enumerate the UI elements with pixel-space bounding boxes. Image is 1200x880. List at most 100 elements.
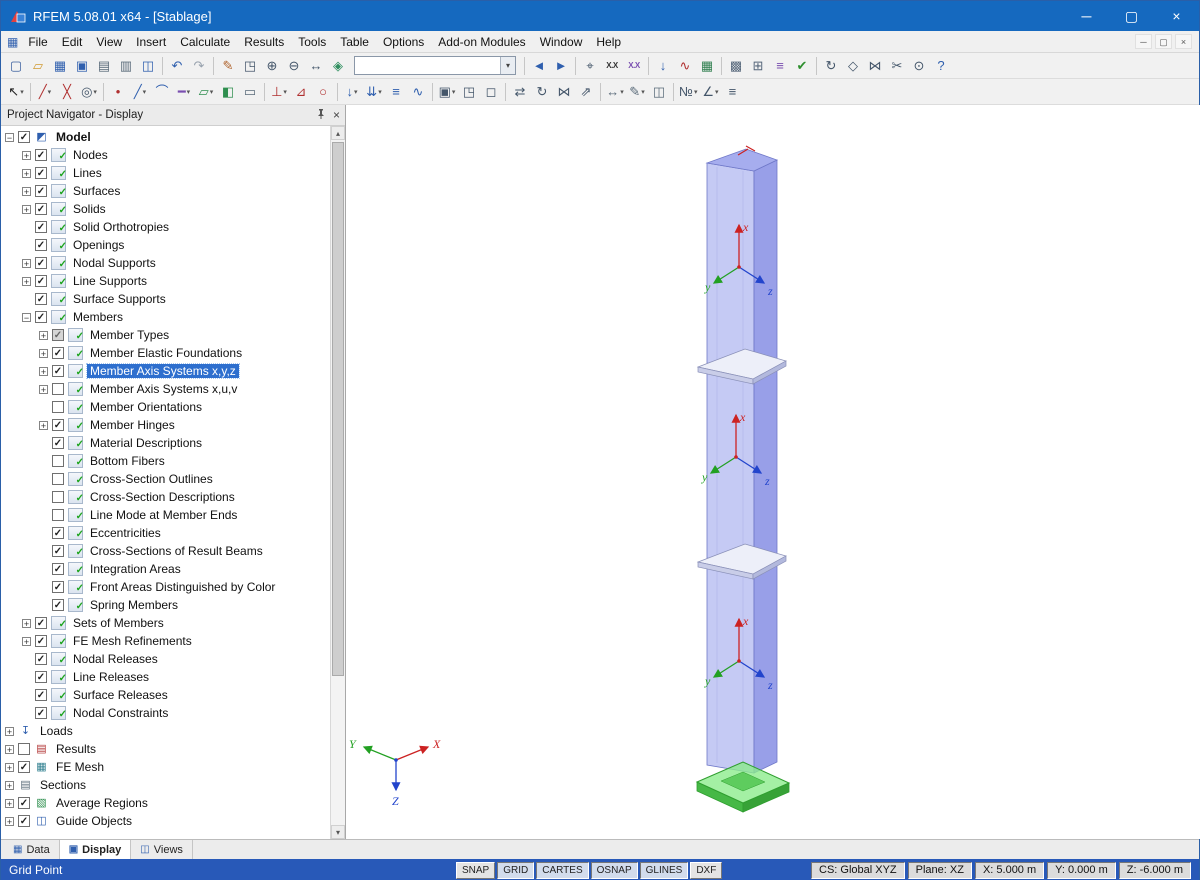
menu-window[interactable]: Window	[533, 31, 590, 53]
tree-item-eccentricities[interactable]: ✓ ✓ Eccentricities	[1, 524, 330, 542]
tree-item-label[interactable]: Sets of Members	[70, 616, 167, 630]
visibility-checkbox[interactable]: ✓	[35, 293, 47, 305]
member-numbering-button[interactable]: X.X	[623, 55, 645, 77]
visibility-checkbox[interactable]: ✓	[35, 167, 47, 179]
visibility-checkbox[interactable]: ✓	[35, 671, 47, 683]
tree-item-member-hinges[interactable]: + ✓ ✓ Member Hinges	[1, 416, 330, 434]
tree-item-label[interactable]: Model	[53, 130, 94, 144]
tree-item-member-elastic-foundations[interactable]: + ✓ ✓ Member Elastic Foundations	[1, 344, 330, 362]
tree-item-material-descriptions[interactable]: ✓ ✓ Material Descriptions	[1, 434, 330, 452]
expand-toggle-icon[interactable]: +	[39, 330, 48, 340]
scrollbar-thumb[interactable]	[332, 142, 344, 677]
tree-item-label[interactable]: Nodal Releases	[70, 652, 161, 666]
tree-item-label[interactable]: Line Supports	[70, 274, 150, 288]
expand-toggle-icon[interactable]: +	[5, 798, 14, 808]
renumber-button[interactable]: № ▾	[677, 81, 699, 103]
menu-options[interactable]: Options	[376, 31, 431, 53]
tree-item-loads[interactable]: + ↧ Loads	[1, 722, 330, 740]
member-hinge-button[interactable]: ○	[312, 81, 334, 103]
tree-item-label[interactable]: Guide Objects	[53, 814, 135, 828]
visibility-checkbox[interactable]: ✓	[52, 581, 64, 593]
visibility-checkbox[interactable]: ✓	[18, 797, 30, 809]
close-button[interactable]: ×	[1154, 1, 1199, 31]
scroll-up-icon[interactable]: ▴	[331, 126, 345, 140]
tree-item-line-supports[interactable]: + ✓ ✓ Line Supports	[1, 272, 330, 290]
expand-toggle-icon[interactable]: +	[5, 744, 14, 754]
tree-item-results[interactable]: + ✓ ▤ Results	[1, 740, 330, 758]
tree-item-member-axis-systems-x-y-z[interactable]: + ✓ ✓ Member Axis Systems x,y,z	[1, 362, 330, 380]
fe-mesh-button[interactable]: ▩	[725, 55, 747, 77]
tree-item-nodal-constraints[interactable]: ✓ ✓ Nodal Constraints	[1, 704, 330, 722]
calculate-button[interactable]: ≡	[769, 55, 791, 77]
tree-item-label[interactable]: Member Orientations	[87, 400, 205, 414]
tree-item-cross-sections-of-result-beams[interactable]: ✓ ✓ Cross-Sections of Result Beams	[1, 542, 330, 560]
tree-item-nodal-releases[interactable]: ✓ ✓ Nodal Releases	[1, 650, 330, 668]
tab-data[interactable]: ▦ Data	[4, 840, 60, 859]
visibility-checkbox[interactable]: ✓	[52, 599, 64, 611]
rotate-view-button[interactable]: ↻	[820, 55, 842, 77]
visibility-checkbox[interactable]: ✓	[35, 185, 47, 197]
visibility-checkbox[interactable]: ✓	[52, 419, 64, 431]
tree-item-nodes[interactable]: + ✓ ✓ Nodes	[1, 146, 330, 164]
new-node-button[interactable]: •	[107, 81, 129, 103]
previous-view-button[interactable]: ◄	[528, 55, 550, 77]
nodal-load-button[interactable]: ↓ ▾	[341, 81, 363, 103]
expand-toggle-icon[interactable]: +	[22, 186, 31, 196]
open-file-button[interactable]: ▱	[27, 55, 49, 77]
tree-item-label[interactable]: Surface Supports	[70, 292, 169, 306]
zoom-out-button[interactable]: ⊖	[283, 55, 305, 77]
dimension-button[interactable]: ↔ ▾	[604, 81, 626, 103]
tree-item-label[interactable]: Integration Areas	[87, 562, 184, 576]
undo-button[interactable]: ↶	[166, 55, 188, 77]
tree-item-surfaces[interactable]: + ✓ ✓ Surfaces	[1, 182, 330, 200]
tree-item-average-regions[interactable]: + ✓ ▧ Average Regions	[1, 794, 330, 812]
mdi-close-button[interactable]: ×	[1175, 34, 1192, 49]
line-load-button[interactable]: ⇊ ▾	[363, 81, 385, 103]
tree-item-members[interactable]: − ✓ ✓ Members	[1, 308, 330, 326]
visibility-checkbox[interactable]: ✓	[18, 761, 30, 773]
visibility-checkbox[interactable]: ✓	[52, 473, 64, 485]
menu-insert[interactable]: Insert	[129, 31, 173, 53]
visibility-checkbox[interactable]: ✓	[35, 221, 47, 233]
menu-calculate[interactable]: Calculate	[173, 31, 237, 53]
tree-item-sections[interactable]: + ▤ Sections	[1, 776, 330, 794]
tree-item-label[interactable]: Solids	[70, 202, 109, 216]
visibility-checkbox[interactable]: ✓	[18, 131, 30, 143]
visibility-checkbox[interactable]: ✓	[52, 383, 64, 395]
visibility-checkbox[interactable]: ✓	[35, 689, 47, 701]
expand-toggle-icon[interactable]: +	[22, 636, 31, 646]
mdi-restore-button[interactable]: ▢	[1155, 34, 1172, 49]
scroll-down-icon[interactable]: ▾	[331, 825, 345, 839]
zoom-in-button[interactable]: ⊕	[261, 55, 283, 77]
new-arc-button[interactable]: ⌒	[151, 81, 173, 103]
select-window-button[interactable]: ◳	[458, 81, 480, 103]
visibility-checkbox[interactable]: ✓	[35, 239, 47, 251]
snap-toggle[interactable]: SNAP	[456, 861, 496, 879]
tree-item-label[interactable]: Loads	[37, 724, 76, 738]
visibility-combobox[interactable]: ▾	[354, 56, 516, 75]
expand-toggle-icon[interactable]: +	[5, 816, 14, 826]
menu-help[interactable]: Help	[589, 31, 628, 53]
isometric-view-button[interactable]: ◈	[327, 55, 349, 77]
tree-item-spring-members[interactable]: ✓ ✓ Spring Members	[1, 596, 330, 614]
edit-comment-button[interactable]: ✎	[217, 55, 239, 77]
mirror-objects-button[interactable]: ⋈	[553, 81, 575, 103]
tree-item-label[interactable]: Front Areas Distinguished by Color	[87, 580, 278, 594]
tree-item-label[interactable]: Results	[53, 742, 99, 756]
tree-item-label[interactable]: Cross-Sections of Result Beams	[87, 544, 266, 558]
edit-line-button[interactable]: ╱ ▾	[34, 81, 56, 103]
info-button[interactable]: ⊙	[908, 55, 930, 77]
show-results-button[interactable]: ∿	[674, 55, 696, 77]
tree-item-label[interactable]: FE Mesh	[53, 760, 107, 774]
expand-toggle-icon[interactable]: +	[39, 348, 48, 358]
tree-item-label[interactable]: Nodal Supports	[70, 256, 159, 270]
dxf-toggle[interactable]: DXF	[690, 861, 723, 879]
tree-item-model[interactable]: − ✓ ◩ Model	[1, 128, 330, 146]
mirror-view-button[interactable]: ⋈	[864, 55, 886, 77]
tree-item-member-axis-systems-x-u-v[interactable]: +✓✓Member Axis Systems x,u,v	[1, 380, 330, 398]
imperfection-button[interactable]: ∿	[407, 81, 429, 103]
perspective-view-button[interactable]: ◇	[842, 55, 864, 77]
visibility-checkbox[interactable]: ✓	[52, 401, 64, 413]
osnap-toggle[interactable]: OSNAP	[590, 861, 638, 879]
tab-views[interactable]: ◫ Views	[131, 840, 193, 859]
